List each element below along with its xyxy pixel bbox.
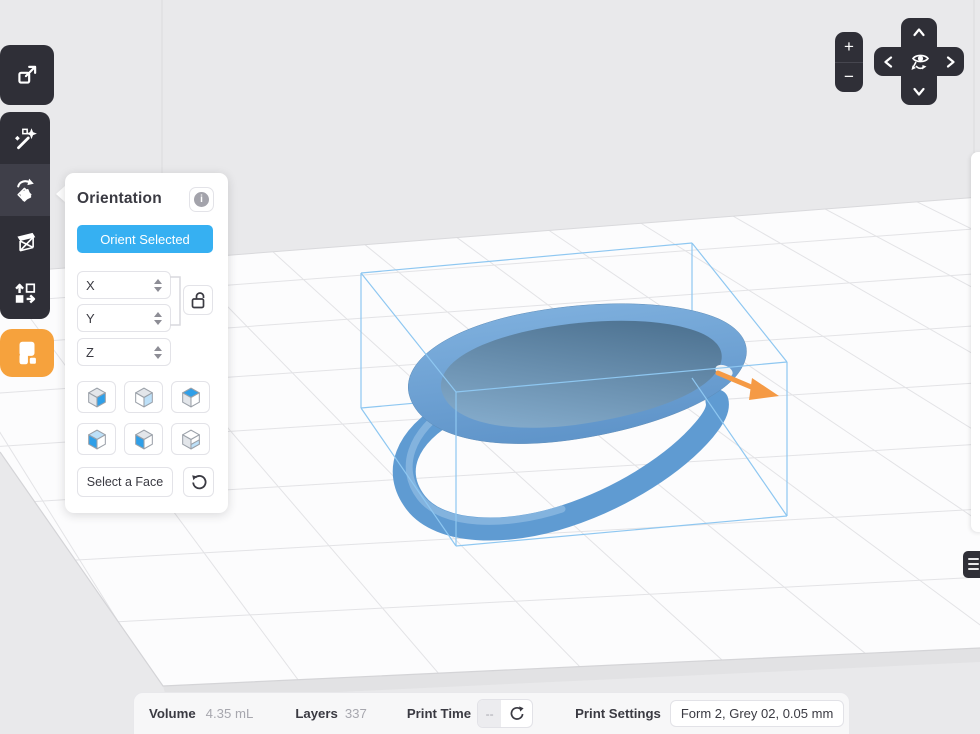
orbit-view-button[interactable]	[903, 47, 935, 76]
reset-orientation-button[interactable]	[183, 467, 214, 497]
scale-icon	[14, 62, 40, 88]
stepper-up-icon[interactable]	[154, 279, 162, 284]
stepper-up-icon[interactable]	[154, 346, 162, 351]
one-click-print-tool-button[interactable]	[0, 112, 50, 164]
stepper-down-icon[interactable]	[154, 320, 162, 325]
stepper-up-icon[interactable]	[154, 312, 162, 317]
axis-x-stepper[interactable]	[154, 279, 162, 292]
tool-group	[0, 112, 50, 319]
print-settings-selector[interactable]: Form 2, Grey 02, 0.05 mm	[670, 700, 844, 727]
print-settings-label: Print Settings	[575, 706, 661, 721]
status-bar: Volume 4.35 mL Layers 337 Print Time -- …	[133, 692, 850, 734]
orient-face-preset-5-button[interactable]	[124, 423, 163, 455]
layout-tool-button[interactable]	[0, 267, 50, 319]
refresh-icon	[509, 706, 525, 722]
model-list-panel-edge[interactable]	[971, 152, 980, 532]
axis-z-stepper[interactable]	[154, 346, 162, 359]
supports-tool-button[interactable]	[0, 216, 50, 268]
rotate-left-button[interactable]	[874, 47, 903, 76]
orientation-rotate-icon	[12, 176, 39, 203]
print-time-refresh-button[interactable]	[501, 700, 532, 727]
select-a-face-button[interactable]: Select a Face	[77, 467, 173, 497]
cube-face-icon	[179, 427, 203, 452]
axis-z-label: Z	[86, 345, 94, 360]
print-time-label: Print Time	[407, 706, 471, 721]
zoom-control: + −	[835, 32, 863, 92]
axis-y-label: Y	[86, 311, 95, 326]
view-rotate-pad	[874, 18, 964, 105]
panel-title: Orientation	[77, 190, 162, 208]
rotate-down-button[interactable]	[901, 76, 937, 105]
info-icon: i	[194, 192, 209, 207]
axis-lock-button[interactable]	[183, 285, 213, 315]
supports-icon	[12, 228, 38, 254]
orient-face-preset-3-button[interactable]	[171, 381, 210, 413]
panel-pointer	[56, 186, 65, 202]
cube-face-icon	[85, 427, 109, 452]
axis-y-stepper[interactable]	[154, 312, 162, 325]
preform-window: Orientation i Orient Selected X Y Z	[0, 0, 980, 734]
zoom-out-button[interactable]: −	[835, 62, 863, 93]
cube-face-icon	[85, 385, 109, 410]
chevron-down-icon	[912, 84, 926, 98]
rotate-up-button[interactable]	[901, 18, 937, 47]
info-button[interactable]: i	[189, 187, 214, 212]
reset-rotation-icon	[190, 474, 207, 491]
axis-z-spinner[interactable]: Z	[77, 338, 171, 366]
rotate-right-button[interactable]	[935, 47, 964, 76]
stepper-down-icon[interactable]	[154, 354, 162, 359]
chevron-left-icon	[882, 55, 896, 69]
magic-wand-icon	[12, 125, 38, 151]
axis-x-spinner[interactable]: X	[77, 271, 171, 299]
orient-face-preset-4-button[interactable]	[77, 423, 116, 455]
print-cartridge-icon	[12, 337, 42, 369]
print-time-widget: --	[477, 699, 533, 728]
volume-value: 4.35 mL	[206, 706, 254, 721]
orientation-tool-button[interactable]	[0, 164, 50, 216]
cube-face-icon	[132, 427, 156, 452]
model-list-toggle-button[interactable]	[963, 551, 980, 578]
print-button[interactable]	[0, 329, 54, 377]
orient-face-preset-2-button[interactable]	[124, 381, 163, 413]
layers-value: 337	[345, 706, 367, 721]
layout-icon	[12, 280, 38, 306]
chevron-up-icon	[912, 26, 926, 40]
orientation-panel: Orientation i Orient Selected X Y Z	[65, 173, 228, 513]
cube-face-icon	[132, 385, 156, 410]
stepper-down-icon[interactable]	[154, 287, 162, 292]
chevron-right-icon	[943, 55, 957, 69]
orient-face-preset-1-button[interactable]	[77, 381, 116, 413]
layers-label: Layers	[295, 706, 338, 721]
scale-tool-button[interactable]	[0, 45, 54, 105]
eye-orbit-icon	[906, 49, 932, 75]
zoom-in-button[interactable]: +	[835, 32, 863, 62]
cube-face-icon	[179, 385, 203, 410]
unlock-icon	[190, 291, 206, 309]
print-time-value: --	[478, 700, 501, 727]
axis-x-label: X	[86, 278, 95, 293]
axis-y-spinner[interactable]: Y	[77, 304, 171, 332]
orient-selected-button[interactable]: Orient Selected	[77, 225, 213, 253]
orient-face-preset-6-button[interactable]	[171, 423, 210, 455]
volume-label: Volume	[149, 706, 196, 721]
